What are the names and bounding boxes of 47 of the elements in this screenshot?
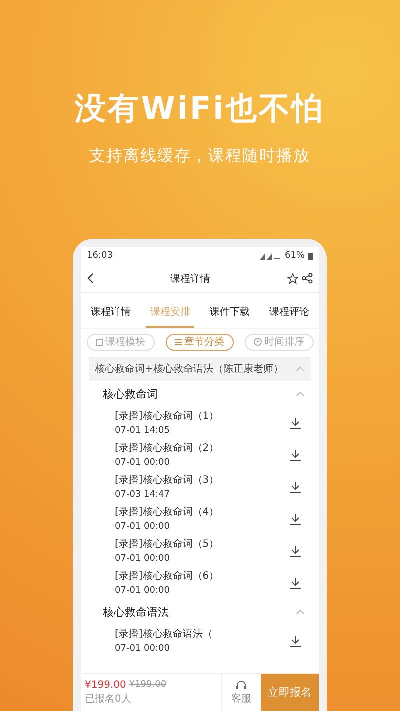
lesson-date: 07-01 00:00 bbox=[115, 456, 171, 468]
share-icon[interactable] bbox=[302, 273, 313, 284]
download-icon[interactable] bbox=[290, 514, 301, 524]
square-icon bbox=[96, 338, 102, 346]
lesson-title[interactable]: [录播]核心救命词（4） bbox=[115, 506, 220, 518]
back-icon[interactable] bbox=[87, 273, 94, 284]
lesson-title[interactable]: [录播]核心救命词（3） bbox=[115, 474, 220, 486]
download-icon[interactable] bbox=[290, 636, 301, 646]
list-icon bbox=[174, 338, 182, 346]
hero-subtitle: 支持离线缓存，课程随时播放 bbox=[90, 146, 310, 167]
lesson-date: 07-03 14:47 bbox=[115, 488, 171, 500]
download-icon[interactable] bbox=[290, 450, 301, 460]
tab[interactable]: 课程详情 bbox=[86, 297, 135, 328]
course-title: 核心救命词+核心救命语法（陈正康老师） bbox=[95, 362, 284, 376]
enrolled-count: 已报名0人 bbox=[85, 692, 132, 706]
lesson-date: 07-01 00:00 bbox=[115, 520, 171, 532]
lesson-title[interactable]: [录播]核心救命词（1） bbox=[115, 410, 220, 422]
download-icon[interactable] bbox=[290, 482, 301, 492]
price: ¥199.00 bbox=[85, 680, 126, 690]
lesson-date: 07-01 00:00 bbox=[115, 552, 171, 564]
battery-percent: 61% bbox=[284, 251, 305, 261]
download-icon[interactable] bbox=[290, 546, 301, 556]
download-icon[interactable] bbox=[290, 418, 301, 428]
chapter-header[interactable]: 核心救命语法 bbox=[81, 599, 319, 625]
original-price: ¥199.00 bbox=[129, 680, 167, 690]
lesson-date: 07-01 00:00 bbox=[115, 584, 171, 596]
clock-icon bbox=[254, 338, 262, 346]
chapter-title: 核心救命语法 bbox=[103, 604, 169, 620]
chapter-title: 核心救命词 bbox=[103, 386, 158, 402]
chapter-header[interactable]: 核心救命词 bbox=[81, 381, 319, 407]
lesson-title[interactable]: [录播]核心救命词（5） bbox=[115, 538, 220, 550]
status-time: 16:03 bbox=[87, 251, 113, 261]
hero-title: 没有WiFi也不怕 bbox=[75, 90, 325, 129]
page-title: 课程详情 bbox=[170, 272, 210, 286]
signal-icon bbox=[260, 252, 282, 260]
tab[interactable]: 课件下载 bbox=[206, 297, 254, 328]
battery-icon bbox=[308, 252, 313, 260]
lesson-date: 07-01 14:05 bbox=[115, 424, 171, 436]
course-group-header[interactable]: 核心救命词+核心救命语法（陈正康老师） bbox=[89, 357, 311, 381]
lesson-date: 07-01 00:00 bbox=[115, 642, 171, 654]
lesson-title[interactable]: [录播]核心救命语法（ bbox=[115, 628, 213, 640]
tab[interactable]: 课程评论 bbox=[265, 297, 314, 328]
headset-icon bbox=[236, 680, 247, 690]
star-icon[interactable] bbox=[287, 272, 299, 284]
lesson-title[interactable]: [录播]核心救命词（6） bbox=[115, 570, 220, 582]
lesson-title[interactable]: [录播]核心救命词（2） bbox=[115, 442, 220, 454]
download-icon[interactable] bbox=[290, 578, 301, 588]
